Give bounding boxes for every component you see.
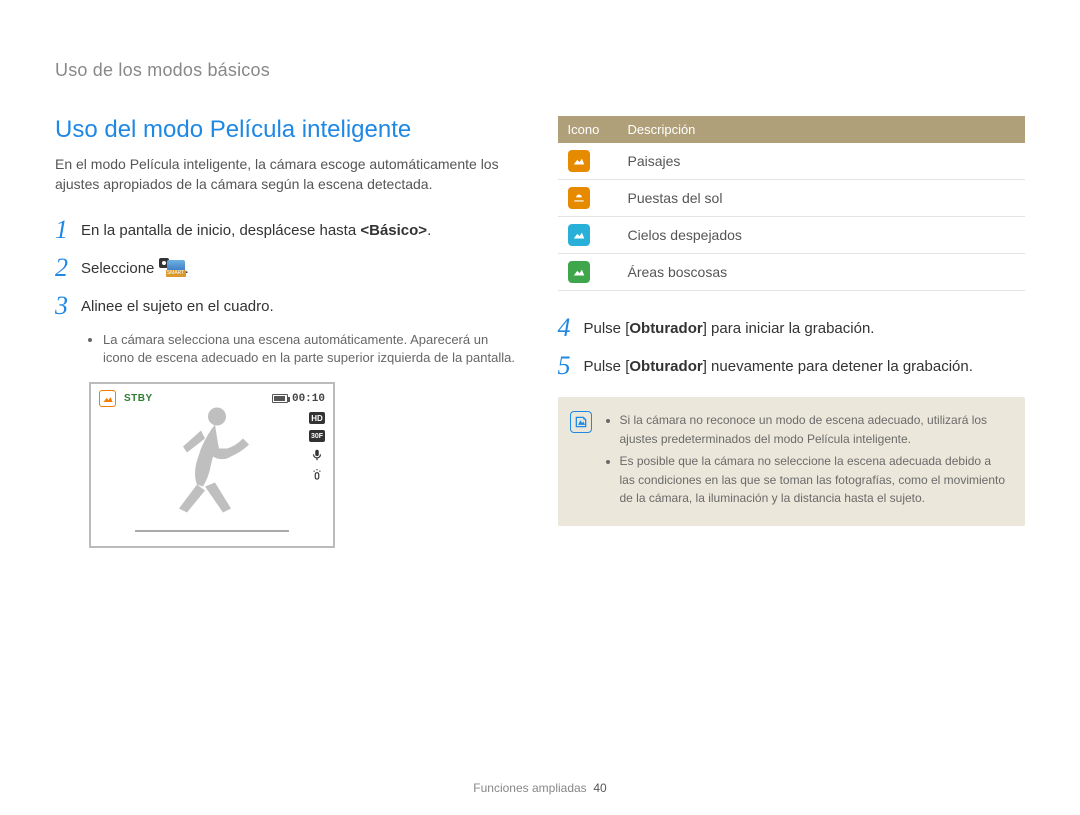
anti-shake-icon xyxy=(310,468,324,482)
step-3: 3 Alinee el sujeto en el cuadro. xyxy=(55,293,523,319)
step-text: Seleccione xyxy=(81,260,159,277)
note-icon xyxy=(570,411,592,433)
scene-table: Icono Descripción Paisajes Puestas del s… xyxy=(558,116,1026,291)
cell-desc: Puestas del sol xyxy=(618,180,1026,217)
step-bold: <Básico> xyxy=(360,222,427,239)
table-row: Puestas del sol xyxy=(558,180,1026,217)
table-row: Cielos despejados xyxy=(558,217,1026,254)
breadcrumb: Uso de los modos básicos xyxy=(55,60,1025,81)
step-body: Seleccione SMART . xyxy=(81,255,189,281)
footer-page: 40 xyxy=(593,781,606,795)
landscape-icon xyxy=(568,150,590,172)
cell-desc: Paisajes xyxy=(618,143,1026,180)
table-row: Áreas boscosas xyxy=(558,254,1026,291)
step-bold: Obturador xyxy=(629,320,702,337)
page-title: Uso del modo Película inteligente xyxy=(55,116,523,144)
step-body: Alinee el sujeto en el cuadro. xyxy=(81,293,274,319)
step-number: 3 xyxy=(55,293,81,319)
footer-section: Funciones ampliadas xyxy=(473,781,586,795)
battery-icon xyxy=(272,394,288,403)
cell-desc: Áreas boscosas xyxy=(618,254,1026,291)
left-column: Uso del modo Película inteligente En el … xyxy=(55,116,523,548)
ground-line xyxy=(135,530,290,532)
clear-sky-icon xyxy=(568,224,590,246)
bullet: La cámara selecciona una escena automáti… xyxy=(103,331,523,369)
sunset-icon xyxy=(568,187,590,209)
step-bold: Obturador xyxy=(629,358,702,375)
smart-mode-icon: SMART xyxy=(159,258,185,276)
step-number: 4 xyxy=(558,315,584,341)
step-text: ] para iniciar la grabación. xyxy=(703,320,875,337)
step-body: En la pantalla de inicio, desplácese has… xyxy=(81,217,431,243)
camera-lcd-preview: STBY 00:10 HD 30F xyxy=(89,382,335,548)
step-text: . xyxy=(427,222,431,239)
hd-badge: HD xyxy=(309,412,325,424)
step-3-detail: La cámara selecciona una escena automáti… xyxy=(89,331,523,369)
intro-paragraph: En el modo Película inteligente, la cáma… xyxy=(55,154,523,195)
step-4: 4 Pulse [Obturador] para iniciar la grab… xyxy=(558,315,1026,341)
scene-mode-icon xyxy=(99,390,116,407)
skater-silhouette xyxy=(157,401,267,524)
note-item: Si la cámara no reconoce un modo de esce… xyxy=(620,411,1010,448)
step-2: 2 Seleccione SMART . xyxy=(55,255,523,281)
step-text: En la pantalla de inicio, desplácese has… xyxy=(81,222,360,239)
step-text: Pulse [ xyxy=(584,358,630,375)
smart-label: SMART xyxy=(166,270,186,277)
stby-label: STBY xyxy=(124,393,153,404)
step-number: 1 xyxy=(55,217,81,243)
step-number: 2 xyxy=(55,255,81,281)
record-time: 00:10 xyxy=(292,393,325,405)
th-icon: Icono xyxy=(558,116,618,143)
note-item: Es posible que la cámara no seleccione l… xyxy=(620,452,1010,508)
fps-badge: 30F xyxy=(309,430,325,442)
step-text: ] nuevamente para detener la grabación. xyxy=(703,358,973,375)
table-row: Paisajes xyxy=(558,143,1026,180)
th-desc: Descripción xyxy=(618,116,1026,143)
step-text: Pulse [ xyxy=(584,320,630,337)
step-number: 5 xyxy=(558,353,584,379)
cell-desc: Cielos despejados xyxy=(618,217,1026,254)
page-footer: Funciones ampliadas 40 xyxy=(0,781,1080,795)
forest-icon xyxy=(568,261,590,283)
step-5: 5 Pulse [Obturador] nuevamente para dete… xyxy=(558,353,1026,379)
step-body: Pulse [Obturador] nuevamente para detene… xyxy=(584,353,973,379)
step-1: 1 En la pantalla de inicio, desplácese h… xyxy=(55,217,523,243)
lcd-right-badges: HD 30F xyxy=(309,412,325,482)
right-column: Icono Descripción Paisajes Puestas del s… xyxy=(558,116,1026,548)
step-body: Pulse [Obturador] para iniciar la grabac… xyxy=(584,315,875,341)
content-columns: Uso del modo Película inteligente En el … xyxy=(55,116,1025,548)
note-box: Si la cámara no reconoce un modo de esce… xyxy=(558,397,1026,526)
mic-icon xyxy=(310,448,324,462)
